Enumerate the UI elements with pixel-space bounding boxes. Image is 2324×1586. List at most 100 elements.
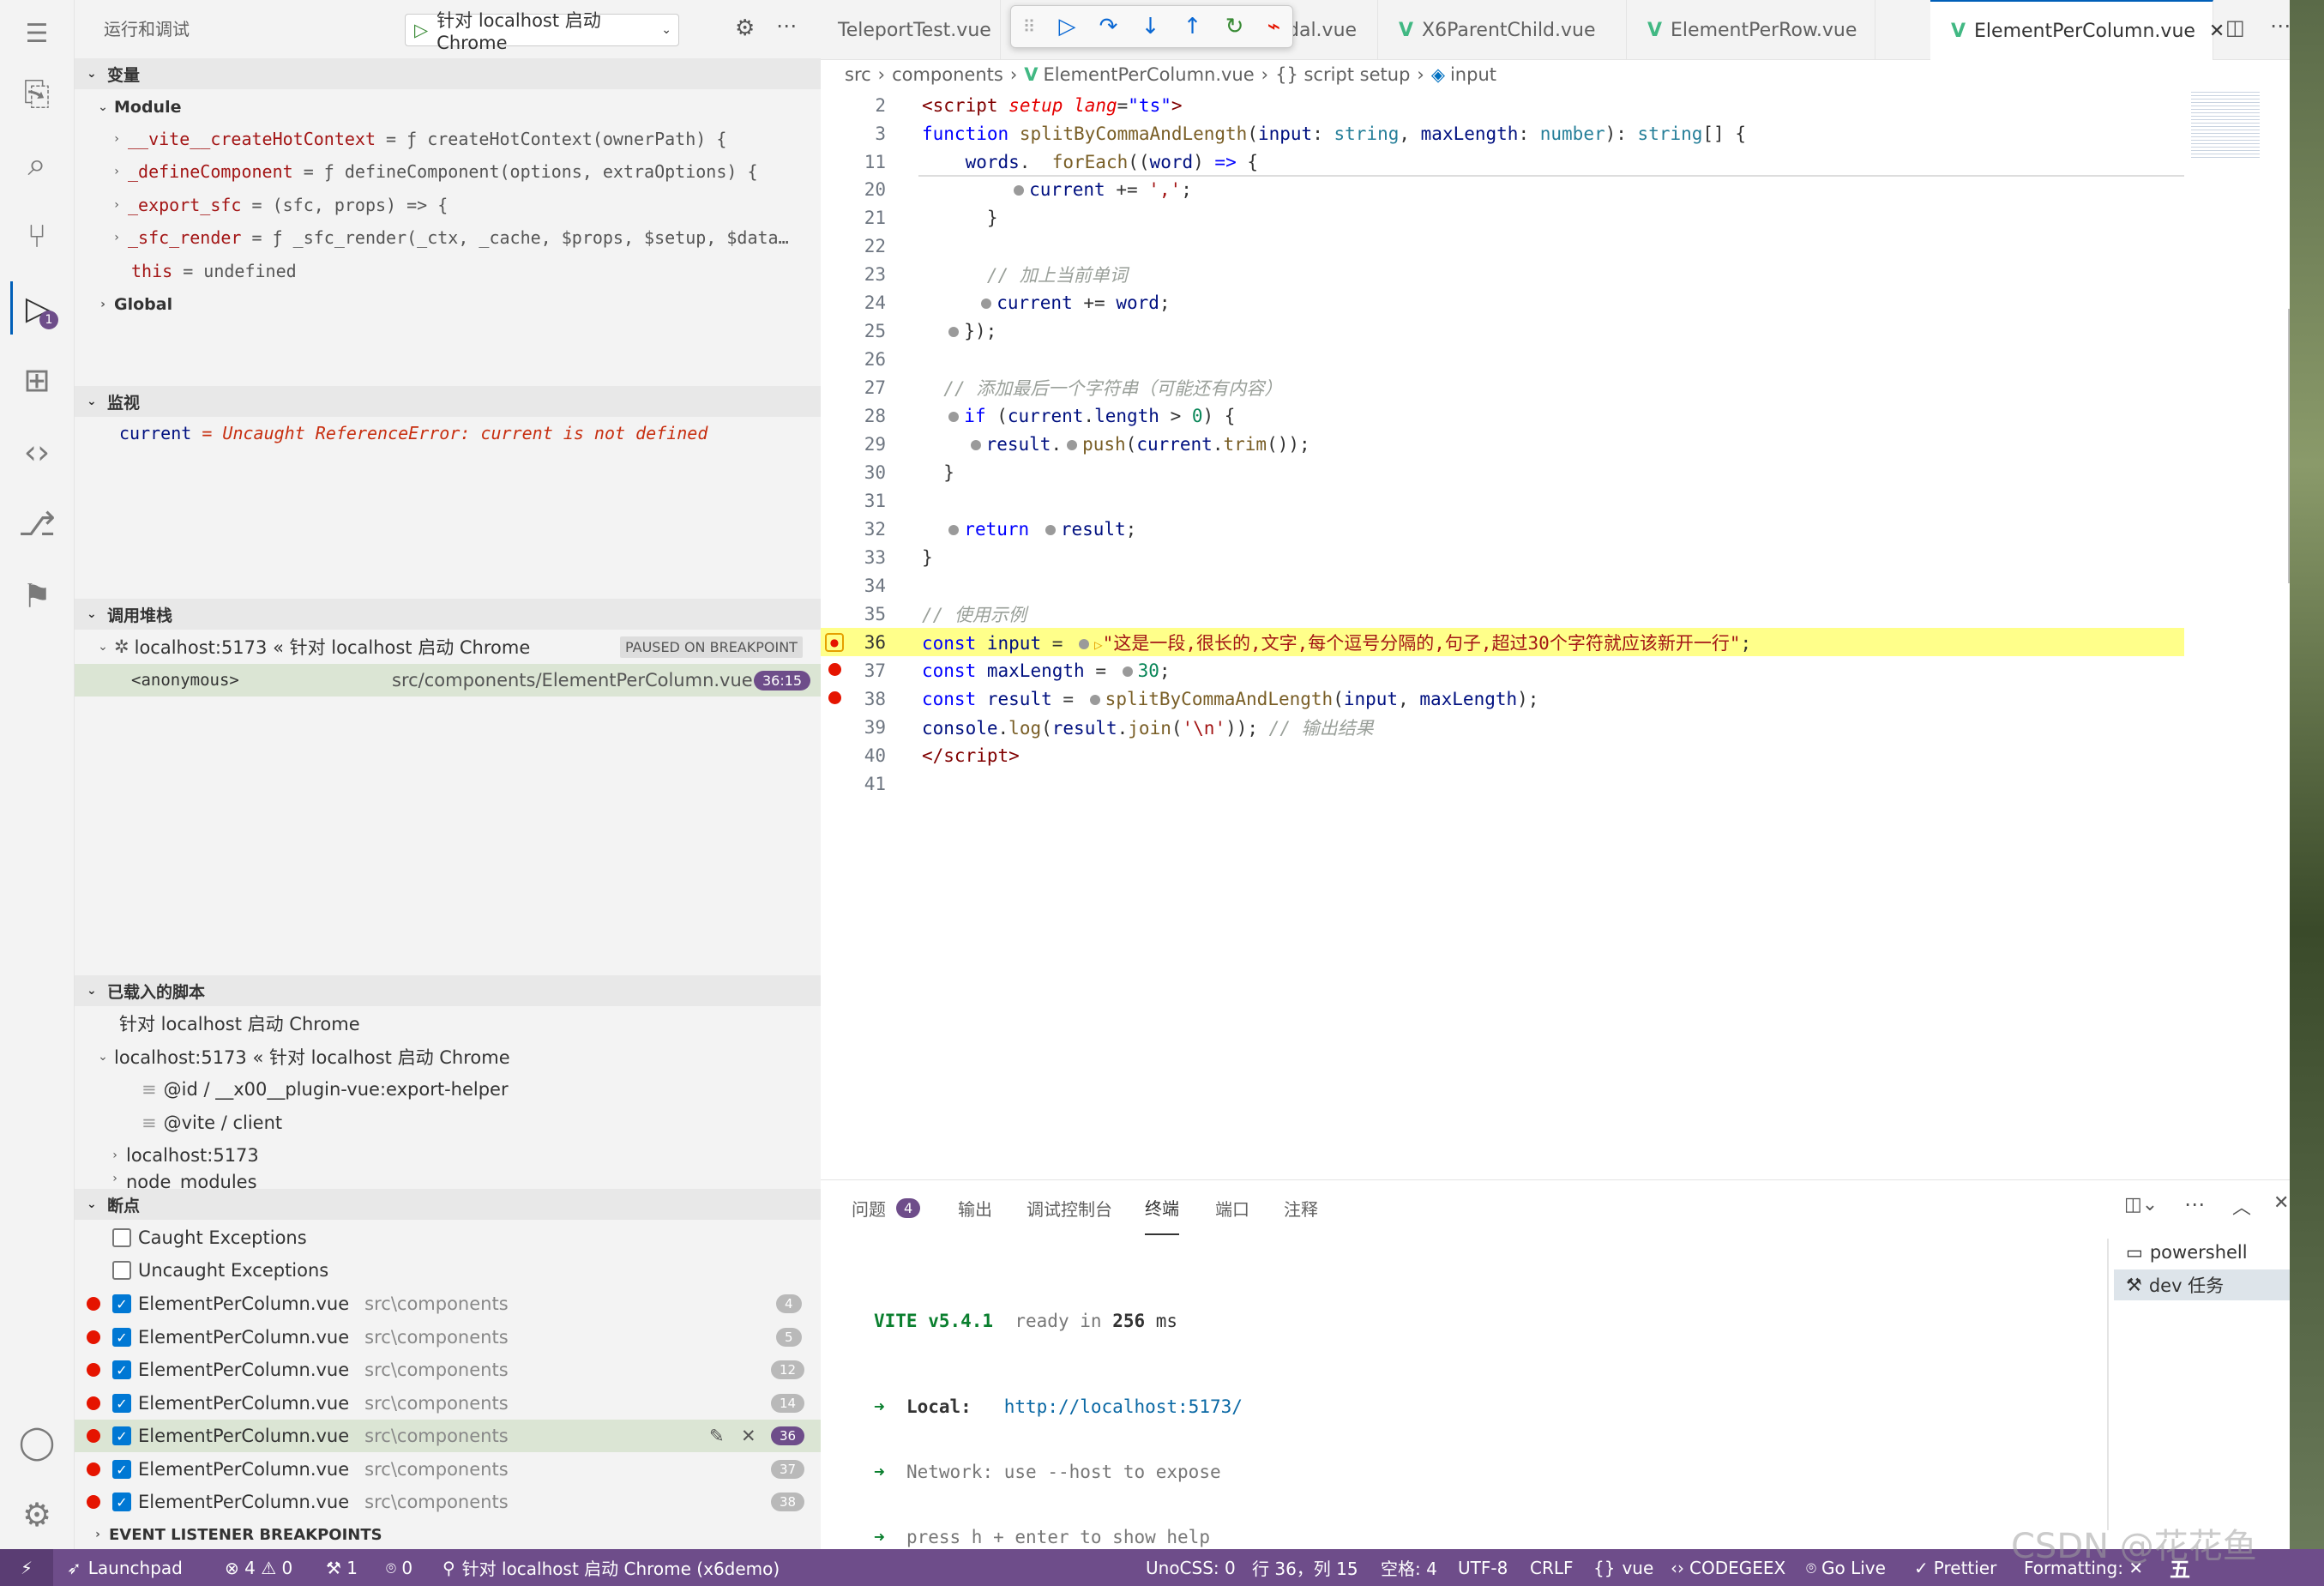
minimap[interactable] bbox=[2191, 89, 2260, 158]
code-line-current[interactable]: 36 const input = ▷"这是一段,很长的,文字,每个逗号分隔的,句子… bbox=[821, 628, 2184, 656]
split-editor-icon[interactable]: ◫ bbox=[2225, 15, 2245, 39]
current-breakpoint-icon[interactable]: ● bbox=[825, 633, 844, 652]
breakpoint-row[interactable]: ✓ ElementPerColumn.vue src\components 4 bbox=[75, 1287, 821, 1320]
code-line[interactable]: 39 console.log(result.join('\n')); // 输出结… bbox=[821, 713, 2184, 741]
code-line[interactable]: 20 current += ','; bbox=[821, 175, 2184, 203]
more-actions-icon[interactable]: ⋯ bbox=[776, 14, 797, 38]
start-debug-icon[interactable]: ▷ bbox=[414, 20, 428, 40]
close-icon[interactable]: ✕ bbox=[2209, 21, 2225, 42]
breakpoint-row[interactable]: ✓ ElementPerColumn.vue src\components 12 bbox=[75, 1354, 821, 1386]
script-item[interactable]: › localhost:5173 bbox=[75, 1139, 821, 1172]
uncaught-exceptions-row[interactable]: Uncaught Exceptions bbox=[75, 1254, 821, 1287]
checkbox[interactable] bbox=[112, 1261, 131, 1280]
settings-gear-icon[interactable]: ⚙ bbox=[10, 1488, 63, 1541]
script-item[interactable]: 针对 localhost 启动 Chrome bbox=[75, 1007, 821, 1040]
code-line[interactable]: 25 }); bbox=[821, 317, 2184, 345]
bookmark-icon[interactable]: ⚑ bbox=[10, 570, 63, 623]
checkbox-checked[interactable]: ✓ bbox=[112, 1360, 131, 1379]
breadcrumb-item[interactable]: ElementPerColumn.vue bbox=[1044, 64, 1255, 85]
breakpoint-row[interactable]: ✓ ElementPerColumn.vue src\components 38 bbox=[75, 1486, 821, 1518]
script-item[interactable]: ⌄ localhost:5173 « 针对 localhost 启动 Chrome bbox=[75, 1040, 821, 1073]
cursor-position[interactable]: 行 36，列 15 bbox=[1252, 1549, 1358, 1586]
checkbox-checked[interactable]: ✓ bbox=[112, 1460, 131, 1479]
account-icon[interactable]: ◯ bbox=[10, 1415, 63, 1468]
breakpoint-dot-icon[interactable] bbox=[828, 691, 841, 704]
tab-ports[interactable]: 端口 bbox=[1215, 1180, 1249, 1235]
terminal-item-powershell[interactable]: ▭ powershell bbox=[2114, 1237, 2294, 1268]
checkbox-checked[interactable]: ✓ bbox=[112, 1394, 131, 1413]
callstack-section-header[interactable]: ⌄ 调用堆栈 bbox=[75, 599, 821, 630]
problems-status[interactable]: ⊗ 4 ⚠ 0 bbox=[225, 1549, 292, 1586]
step-into-icon[interactable]: ↓ bbox=[1141, 14, 1160, 39]
code-line[interactable]: 2 <script setup lang="ts"> bbox=[821, 91, 2184, 119]
checkbox-checked[interactable]: ✓ bbox=[112, 1493, 131, 1511]
code-line[interactable]: 37 const maxLength = 30; bbox=[821, 656, 2184, 684]
step-over-icon[interactable]: ↷ bbox=[1099, 14, 1118, 39]
edit-pencil-icon[interactable]: ✎ bbox=[709, 1426, 725, 1446]
module-scope[interactable]: ⌄ Module bbox=[75, 91, 821, 124]
local-url[interactable]: http://localhost:5173/ bbox=[1004, 1396, 1243, 1417]
tab-teleporttest[interactable]: TeleportTest.vue bbox=[821, 0, 1001, 60]
run-debug-icon[interactable]: ▷ 1 bbox=[10, 281, 63, 335]
breakpoint-row[interactable]: ✓ ElementPerColumn.vue src\components 14 bbox=[75, 1387, 821, 1420]
checkbox-checked[interactable]: ✓ bbox=[112, 1328, 131, 1347]
code-line[interactable]: 35 // 使用示例 bbox=[821, 600, 2184, 628]
stack-frame[interactable]: <anonymous> src/components/ElementPerColu… bbox=[75, 664, 821, 697]
indentation-status[interactable]: 空格: 4 bbox=[1381, 1549, 1437, 1586]
event-listener-breakpoints-header[interactable]: › EVENT LISTENER BREAKPOINTS bbox=[75, 1518, 821, 1551]
close-panel-icon[interactable]: ✕ bbox=[2273, 1192, 2289, 1214]
breakpoint-row-selected[interactable]: ✓ ElementPerColumn.vue src\components ✎ ✕ 36 bbox=[75, 1420, 821, 1452]
code-line[interactable]: 33} bbox=[821, 543, 2184, 571]
split-terminal-icon[interactable]: ◫⌄ bbox=[2124, 1194, 2158, 1215]
launchpad-item[interactable]: ➶ Launchpad bbox=[67, 1549, 183, 1586]
code-line[interactable]: 22 bbox=[821, 232, 2184, 260]
tab-output[interactable]: 输出 bbox=[958, 1180, 992, 1235]
code-line[interactable]: 31 bbox=[821, 486, 2184, 515]
git-graph-icon[interactable]: ⎇ bbox=[10, 498, 63, 551]
variable-row[interactable]: › __vite__createHotContext = ƒ createHotC… bbox=[75, 123, 821, 155]
gear-icon[interactable]: ⚙ bbox=[735, 15, 755, 41]
step-out-icon[interactable]: ↑ bbox=[1183, 14, 1202, 39]
code-line[interactable]: 28 if (current.length > 0) { bbox=[821, 401, 2184, 430]
code-line[interactable]: 38 const result = splitByCommaAndLength(i… bbox=[821, 684, 2184, 713]
source-control-icon[interactable]: ⑂ bbox=[10, 209, 63, 262]
variable-row[interactable]: › _sfc_render = ƒ _sfc_render(_ctx, _cach… bbox=[75, 221, 821, 254]
breadcrumb-item[interactable]: input bbox=[1450, 64, 1496, 85]
restart-icon[interactable]: ↻ bbox=[1225, 14, 1244, 39]
remote-icon[interactable]: ‹› bbox=[10, 425, 63, 479]
tab-problems[interactable]: 问题 4 bbox=[852, 1180, 921, 1235]
code-line[interactable]: 21 } bbox=[821, 203, 2184, 232]
script-item[interactable]: ≡ @vite / client bbox=[75, 1107, 821, 1139]
remove-x-icon[interactable]: ✕ bbox=[741, 1426, 756, 1446]
maximize-panel-icon[interactable]: ︿ bbox=[2232, 1192, 2251, 1220]
terminal-output[interactable]: VITE v5.4.1 ready in 256 ms ➜ Local: htt… bbox=[874, 1269, 1243, 1586]
code-line[interactable]: 24 current += word; bbox=[821, 288, 2184, 317]
script-item[interactable]: ≡ @id / __x00__plugin-vue:export-helper bbox=[75, 1073, 821, 1106]
checkbox[interactable] bbox=[112, 1228, 131, 1247]
variable-row[interactable]: › _defineComponent = ƒ defineComponent(op… bbox=[75, 155, 821, 188]
script-item[interactable]: › node_modules bbox=[75, 1172, 821, 1189]
loaded-scripts-header[interactable]: ⌄ 已载入的脚本 bbox=[75, 975, 821, 1006]
code-line[interactable]: 32 return result; bbox=[821, 515, 2184, 543]
code-line[interactable]: 27 // 添加最后一个字符串（可能还有内容） bbox=[821, 373, 2184, 401]
code-line[interactable]: 3 function splitByCommaAndLength(input: s… bbox=[821, 119, 2184, 148]
code-line[interactable]: 11 words. forEach((word) => { bbox=[821, 148, 2184, 176]
global-scope[interactable]: › Global bbox=[75, 288, 821, 321]
code-line[interactable]: 40 </script> bbox=[821, 741, 2184, 769]
breadcrumb-item[interactable]: components bbox=[892, 64, 1003, 85]
breakpoints-header[interactable]: ⌄ 断点 bbox=[75, 1189, 821, 1220]
eol-status[interactable]: CRLF bbox=[1530, 1549, 1574, 1586]
watch-section-header[interactable]: ⌄ 监视 bbox=[75, 386, 821, 417]
debug-session-status[interactable]: ⚲ 针对 localhost 启动 Chrome (x6demo) bbox=[443, 1549, 780, 1586]
more-actions-icon[interactable]: ⋯ bbox=[2184, 1192, 2205, 1216]
codegeex-status[interactable]: ‹› CODEGEEX bbox=[1671, 1549, 1785, 1586]
tab-elementperrow[interactable]: V ElementPerRow.vue bbox=[1627, 0, 1875, 60]
extensions-icon[interactable]: ⊞ bbox=[10, 353, 63, 407]
caught-exceptions-row[interactable]: Caught Exceptions bbox=[75, 1221, 821, 1254]
menu-icon[interactable]: ☰ bbox=[10, 7, 63, 60]
language-status[interactable]: {} vue bbox=[1593, 1549, 1653, 1586]
breakpoint-row[interactable]: ✓ ElementPerColumn.vue src\components 5 bbox=[75, 1321, 821, 1354]
tab-debug-console[interactable]: 调试控制台 bbox=[1027, 1180, 1112, 1235]
unocss-status[interactable]: UnoCSS: 0 bbox=[1146, 1549, 1236, 1586]
ports-status[interactable]: ⌾ 0 bbox=[386, 1549, 412, 1586]
